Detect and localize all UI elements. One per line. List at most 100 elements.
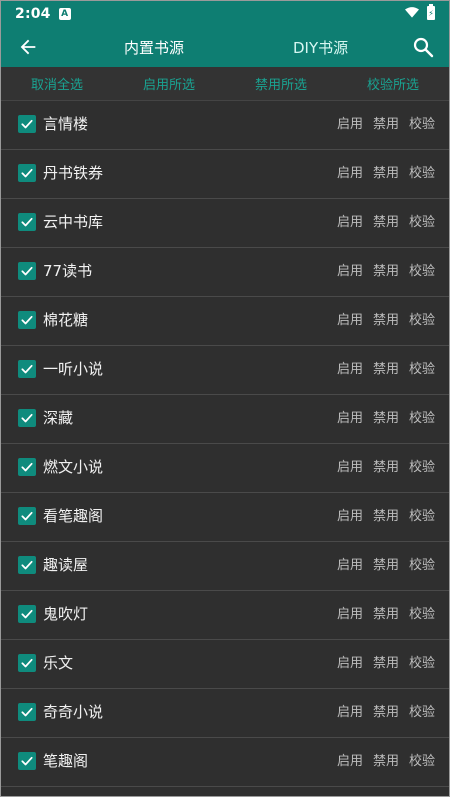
row-actions: 启用 禁用 校验 bbox=[337, 750, 435, 769]
verify-button[interactable]: 校验 bbox=[409, 211, 435, 230]
source-row[interactable]: 趣读屋 启用 禁用 校验 bbox=[1, 542, 449, 591]
checkbox[interactable] bbox=[18, 409, 36, 427]
verify-button[interactable]: 校验 bbox=[409, 701, 435, 720]
disable-button[interactable]: 禁用 bbox=[373, 750, 399, 769]
back-arrow-icon[interactable] bbox=[17, 36, 39, 58]
verify-button[interactable]: 校验 bbox=[409, 113, 435, 132]
enable-button[interactable]: 启用 bbox=[337, 407, 363, 426]
verify-button[interactable]: 校验 bbox=[409, 603, 435, 622]
verify-button[interactable]: 校验 bbox=[409, 260, 435, 279]
checkbox[interactable] bbox=[18, 507, 36, 525]
enable-button[interactable]: 启用 bbox=[337, 652, 363, 671]
enable-button[interactable]: 启用 bbox=[337, 603, 363, 622]
disable-button[interactable]: 禁用 bbox=[373, 407, 399, 426]
checkmark-icon bbox=[21, 119, 33, 129]
source-row[interactable]: 老幺小说 启用 禁用 校验 bbox=[1, 787, 449, 796]
checkbox[interactable] bbox=[18, 164, 36, 182]
status-bar: 2:04 A bbox=[1, 1, 449, 27]
checkmark-icon bbox=[21, 707, 33, 717]
checkbox[interactable] bbox=[18, 311, 36, 329]
checkbox[interactable] bbox=[18, 556, 36, 574]
disable-button[interactable]: 禁用 bbox=[373, 358, 399, 377]
source-name: 丹书铁券 bbox=[43, 164, 104, 182]
verify-button[interactable]: 校验 bbox=[409, 309, 435, 328]
disable-button[interactable]: 禁用 bbox=[373, 652, 399, 671]
row-actions: 启用 禁用 校验 bbox=[337, 113, 435, 132]
disable-button[interactable]: 禁用 bbox=[373, 603, 399, 622]
enable-button[interactable]: 启用 bbox=[337, 309, 363, 328]
verify-button[interactable]: 校验 bbox=[409, 162, 435, 181]
enable-button[interactable]: 启用 bbox=[337, 113, 363, 132]
search-icon[interactable] bbox=[411, 35, 435, 59]
verify-button[interactable]: 校验 bbox=[409, 358, 435, 377]
checkbox[interactable] bbox=[18, 360, 36, 378]
disable-selected-button[interactable]: 禁用所选 bbox=[225, 74, 337, 93]
verify-button[interactable]: 校验 bbox=[409, 750, 435, 769]
verify-button[interactable]: 校验 bbox=[409, 554, 435, 573]
row-actions: 启用 禁用 校验 bbox=[337, 162, 435, 181]
source-row[interactable]: 棉花糖 启用 禁用 校验 bbox=[1, 297, 449, 346]
enable-button[interactable]: 启用 bbox=[337, 750, 363, 769]
source-row[interactable]: 深藏 启用 禁用 校验 bbox=[1, 395, 449, 444]
source-row[interactable]: 乐文 启用 禁用 校验 bbox=[1, 640, 449, 689]
verify-selected-button[interactable]: 校验所选 bbox=[337, 74, 449, 93]
enable-button[interactable]: 启用 bbox=[337, 456, 363, 475]
enable-button[interactable]: 启用 bbox=[337, 260, 363, 279]
disable-button[interactable]: 禁用 bbox=[373, 309, 399, 328]
disable-button[interactable]: 禁用 bbox=[373, 456, 399, 475]
source-row[interactable]: 77读书 启用 禁用 校验 bbox=[1, 248, 449, 297]
tab-diy-sources[interactable]: DIY书源 bbox=[293, 37, 348, 58]
source-name: 言情楼 bbox=[43, 115, 89, 133]
status-icons bbox=[405, 4, 435, 20]
row-actions: 启用 禁用 校验 bbox=[337, 652, 435, 671]
checkbox[interactable] bbox=[18, 654, 36, 672]
checkbox[interactable] bbox=[18, 115, 36, 133]
checkbox[interactable] bbox=[18, 262, 36, 280]
enable-button[interactable]: 启用 bbox=[337, 554, 363, 573]
verify-button[interactable]: 校验 bbox=[409, 456, 435, 475]
row-actions: 启用 禁用 校验 bbox=[337, 701, 435, 720]
enable-selected-button[interactable]: 启用所选 bbox=[113, 74, 225, 93]
row-actions: 启用 禁用 校验 bbox=[337, 260, 435, 279]
enable-button[interactable]: 启用 bbox=[337, 701, 363, 720]
checkbox[interactable] bbox=[18, 605, 36, 623]
source-row[interactable]: 看笔趣阁 启用 禁用 校验 bbox=[1, 493, 449, 542]
battery-charging-icon bbox=[427, 4, 435, 20]
checkmark-icon bbox=[21, 364, 33, 374]
verify-button[interactable]: 校验 bbox=[409, 407, 435, 426]
verify-button[interactable]: 校验 bbox=[409, 652, 435, 671]
checkbox[interactable] bbox=[18, 458, 36, 476]
source-name: 燃文小说 bbox=[43, 458, 104, 476]
checkbox[interactable] bbox=[18, 213, 36, 231]
checkmark-icon bbox=[21, 658, 33, 668]
source-name: 笔趣阁 bbox=[43, 752, 89, 770]
enable-button[interactable]: 启用 bbox=[337, 358, 363, 377]
checkmark-icon bbox=[21, 511, 33, 521]
enable-button[interactable]: 启用 bbox=[337, 505, 363, 524]
source-row[interactable]: 丹书铁券 启用 禁用 校验 bbox=[1, 150, 449, 199]
source-name: 一听小说 bbox=[43, 360, 104, 378]
disable-button[interactable]: 禁用 bbox=[373, 211, 399, 230]
source-row[interactable]: 奇奇小说 启用 禁用 校验 bbox=[1, 689, 449, 738]
enable-button[interactable]: 启用 bbox=[337, 162, 363, 181]
verify-button[interactable]: 校验 bbox=[409, 505, 435, 524]
source-row[interactable]: 云中书库 启用 禁用 校验 bbox=[1, 199, 449, 248]
source-name: 77读书 bbox=[43, 262, 93, 280]
enable-button[interactable]: 启用 bbox=[337, 211, 363, 230]
checkbox[interactable] bbox=[18, 752, 36, 770]
checkbox[interactable] bbox=[18, 703, 36, 721]
disable-button[interactable]: 禁用 bbox=[373, 113, 399, 132]
deselect-all-button[interactable]: 取消全选 bbox=[1, 74, 113, 93]
disable-button[interactable]: 禁用 bbox=[373, 701, 399, 720]
source-row[interactable]: 鬼吹灯 启用 禁用 校验 bbox=[1, 591, 449, 640]
source-row[interactable]: 言情楼 启用 禁用 校验 bbox=[1, 101, 449, 150]
tab-builtin-sources[interactable]: 内置书源 bbox=[124, 37, 184, 58]
source-row[interactable]: 一听小说 启用 禁用 校验 bbox=[1, 346, 449, 395]
disable-button[interactable]: 禁用 bbox=[373, 162, 399, 181]
source-row[interactable]: 笔趣阁 启用 禁用 校验 bbox=[1, 738, 449, 787]
disable-button[interactable]: 禁用 bbox=[373, 554, 399, 573]
disable-button[interactable]: 禁用 bbox=[373, 260, 399, 279]
source-row[interactable]: 燃文小说 启用 禁用 校验 bbox=[1, 444, 449, 493]
checkmark-icon bbox=[21, 560, 33, 570]
disable-button[interactable]: 禁用 bbox=[373, 505, 399, 524]
